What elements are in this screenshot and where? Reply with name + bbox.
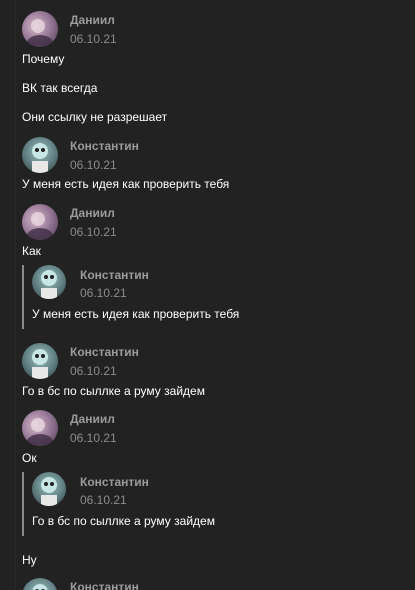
author-name[interactable]: Константин — [70, 345, 139, 359]
avatar[interactable] — [22, 578, 58, 590]
user-photo-icon — [32, 349, 48, 379]
avatar[interactable] — [22, 204, 58, 240]
message-text: Го в бс по сыллке а руму зайдем — [22, 384, 205, 398]
user-photo-icon — [32, 584, 48, 590]
message-date: 06.10.21 — [70, 431, 117, 445]
message-header: Даниил 06.10.21 — [22, 11, 392, 47]
message-date: 06.10.21 — [70, 364, 117, 378]
author-name[interactable]: Даниил — [70, 206, 115, 220]
avatar — [32, 265, 66, 299]
quote-date: 06.10.21 — [80, 493, 127, 507]
user-photo-icon — [32, 143, 48, 173]
author-name[interactable]: Даниил — [70, 412, 115, 426]
message-text: Почему — [22, 52, 65, 66]
message-text: Ок — [22, 451, 37, 465]
message-header: Константин 06.10.21 — [22, 137, 392, 173]
quoted-message[interactable]: Константин 06.10.21 У меня есть идея как… — [22, 265, 384, 329]
author-name[interactable]: Константин — [70, 580, 139, 590]
user-photo-icon — [26, 212, 54, 240]
quote-author: Константин — [80, 475, 149, 489]
message-header: Даниил 06.10.21 — [22, 410, 392, 446]
message-text: Ну — [22, 553, 37, 567]
message-date: 06.10.21 — [70, 32, 117, 46]
message-header: Даниил 06.10.21 — [22, 204, 392, 240]
quote-author: Константин — [80, 268, 149, 282]
quote-text: У меня есть идея как проверить тебя — [32, 307, 240, 321]
message-text: Они ссылку не разрешает — [22, 110, 168, 124]
quote-date: 06.10.21 — [80, 286, 127, 300]
avatar[interactable] — [22, 343, 58, 379]
user-photo-icon — [26, 418, 54, 446]
avatar — [32, 472, 66, 506]
message-header: Константин — [22, 578, 392, 590]
message-text: У меня есть идея как проверить тебя — [22, 177, 230, 191]
thread-divider — [15, 0, 16, 590]
quoted-message[interactable]: Константин 06.10.21 Го в бс по сыллке а … — [22, 472, 384, 536]
user-photo-icon — [41, 270, 57, 299]
quote-header: Константин 06.10.21 — [32, 472, 332, 507]
avatar[interactable] — [22, 11, 58, 47]
user-photo-icon — [41, 477, 57, 506]
message-date: 06.10.21 — [70, 225, 117, 239]
chat-history: Даниил 06.10.21 Почему ВК так всегда Они… — [0, 0, 415, 590]
author-name[interactable]: Константин — [70, 139, 139, 153]
message-text: ВК так всегда — [22, 81, 98, 95]
avatar[interactable] — [22, 137, 58, 173]
user-photo-icon — [26, 19, 54, 47]
message-header: Константин 06.10.21 — [22, 343, 392, 379]
author-name[interactable]: Даниил — [70, 13, 115, 27]
quote-text: Го в бс по сыллке а руму зайдем — [32, 514, 215, 528]
message-date: 06.10.21 — [70, 158, 117, 172]
avatar[interactable] — [22, 410, 58, 446]
quote-header: Константин 06.10.21 — [32, 265, 332, 300]
message-text: Как — [22, 244, 41, 258]
